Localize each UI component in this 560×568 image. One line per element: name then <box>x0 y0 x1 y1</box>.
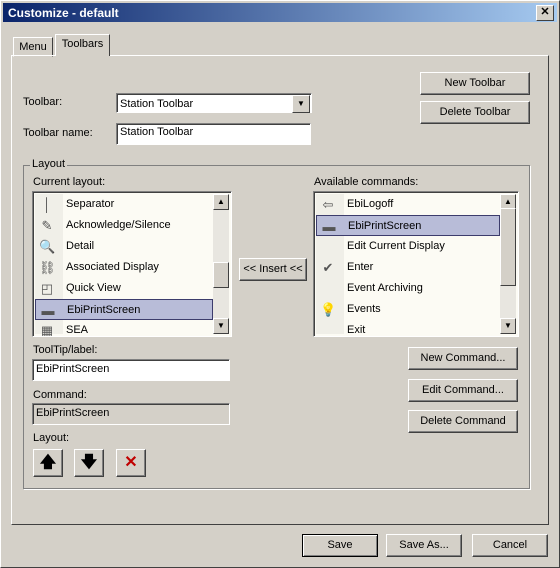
list-item[interactable]: ▬ EbiPrintScreen <box>35 299 213 320</box>
new-toolbar-button[interactable]: New Toolbar <box>420 72 530 95</box>
scroll-thumb[interactable] <box>213 262 229 288</box>
print-screen-icon: ▬ <box>41 303 55 318</box>
scroll-thumb[interactable] <box>500 208 516 286</box>
chevron-down-icon[interactable]: ▼ <box>292 95 310 113</box>
available-commands-scrollbar[interactable]: ▲ ▼ <box>500 194 516 334</box>
title-bar: Customize - default ✕ <box>3 3 557 22</box>
list-item[interactable]: Event Archiving <box>316 278 500 299</box>
lightbulb-icon: 💡 <box>320 302 337 317</box>
list-item[interactable]: 💡 Events <box>316 299 500 320</box>
current-layout-scrollbar[interactable]: ▲ ▼ <box>213 194 229 334</box>
list-item-label: Separator <box>66 198 115 210</box>
current-layout-list[interactable]: │ Separator ✎ Acknowledge/Silence 🔍 Detail ⛓ As… <box>32 191 232 337</box>
link-icon: ⛓ <box>39 260 56 275</box>
toolbar-combo-value: Station Toolbar <box>120 98 194 110</box>
list-item[interactable]: ⇦ EbiLogoff <box>316 194 500 215</box>
move-up-button[interactable]: 🡅 <box>33 449 63 477</box>
layout-buttons-label: Layout: <box>33 432 70 444</box>
list-item[interactable]: Edit Current Display <box>316 236 500 257</box>
list-item-label: Associated Display <box>66 261 159 273</box>
scroll-up-icon[interactable]: ▲ <box>213 194 229 210</box>
list-item-label: Exit <box>347 324 366 336</box>
list-item[interactable]: │ Separator <box>35 194 213 215</box>
save-as-button[interactable]: Save As... <box>386 534 462 557</box>
tab-toolbars[interactable]: Toolbars <box>55 34 110 56</box>
list-item[interactable]: 🔍 Detail <box>35 236 213 257</box>
list-item-label: Acknowledge/Silence <box>66 219 171 231</box>
checkmark-icon: ✔ <box>322 260 334 275</box>
quick-view-icon: ◰ <box>40 281 54 296</box>
list-item[interactable]: ▬ EbiPrintScreen <box>316 215 500 236</box>
list-item-label: SEA <box>66 324 89 336</box>
magnifier-icon: 🔍 <box>39 239 56 254</box>
tab-menu[interactable]: Menu <box>13 37 53 57</box>
delete-toolbar-button[interactable]: Delete Toolbar <box>420 101 530 124</box>
logoff-icon: ⇦ <box>322 197 334 212</box>
insert-button[interactable]: << Insert << <box>239 258 307 281</box>
cancel-button[interactable]: Cancel <box>472 534 548 557</box>
new-command-button[interactable]: New Command... <box>408 347 518 370</box>
delete-x-icon: ✕ <box>124 454 138 471</box>
list-item-label: Event Archiving <box>347 282 423 294</box>
arrow-up-icon: 🡅 <box>39 454 57 471</box>
available-commands-label: Available commands: <box>314 176 419 188</box>
list-item-label: EbiPrintScreen <box>67 304 141 316</box>
layout-group-title: Layout <box>30 158 68 170</box>
scroll-down-icon[interactable]: ▼ <box>213 318 229 334</box>
toolbar-combo[interactable]: Station Toolbar ▼ <box>116 93 312 113</box>
toolbar-label: Toolbar: <box>23 96 63 108</box>
sea-icon: ▦ <box>40 323 54 337</box>
list-item-label: EbiPrintScreen <box>348 220 422 232</box>
toolbar-name-label: Toolbar name: <box>23 127 93 139</box>
list-item-label: EbiLogoff <box>347 198 394 210</box>
list-item[interactable]: ✔ Enter <box>316 257 500 278</box>
window-title: Customize - default <box>8 6 119 20</box>
list-item[interactable]: ✎ Acknowledge/Silence <box>35 215 213 236</box>
list-item-label: Edit Current Display <box>347 240 445 252</box>
command-field: EbiPrintScreen <box>32 403 230 425</box>
tooltip-input[interactable]: EbiPrintScreen <box>32 359 230 381</box>
list-item[interactable]: ⛓ Associated Display <box>35 257 213 278</box>
acknowledge-icon: ✎ <box>41 218 53 233</box>
remove-button[interactable]: ✕ <box>116 449 146 477</box>
scroll-down-icon[interactable]: ▼ <box>500 318 516 334</box>
separator-icon: │ <box>42 197 52 212</box>
print-screen-icon: ▬ <box>322 219 336 234</box>
close-icon[interactable]: ✕ <box>536 5 554 21</box>
list-item[interactable]: ◰ Quick View <box>35 278 213 299</box>
available-commands-list[interactable]: ⇦ EbiLogoff ▬ EbiPrintScreen Edit Current Di… <box>313 191 519 337</box>
arrow-down-icon: 🡇 <box>80 454 98 471</box>
delete-command-button[interactable]: Delete Command <box>408 410 518 433</box>
list-item-label: Events <box>347 303 381 315</box>
list-item-label: Enter <box>347 261 374 273</box>
list-item[interactable]: Exit <box>316 320 500 336</box>
toolbar-name-input[interactable]: Station Toolbar <box>116 123 311 145</box>
list-item-label: Quick View <box>66 282 121 294</box>
tooltip-label: ToolTip/label: <box>33 344 98 356</box>
current-layout-label: Current layout: <box>33 176 106 188</box>
list-item-label: Detail <box>66 240 95 252</box>
list-item[interactable]: ▦ SEA <box>35 320 213 337</box>
command-label: Command: <box>33 389 87 401</box>
edit-command-button[interactable]: Edit Command... <box>408 379 518 402</box>
move-down-button[interactable]: 🡇 <box>74 449 104 477</box>
save-button[interactable]: Save <box>302 534 378 557</box>
